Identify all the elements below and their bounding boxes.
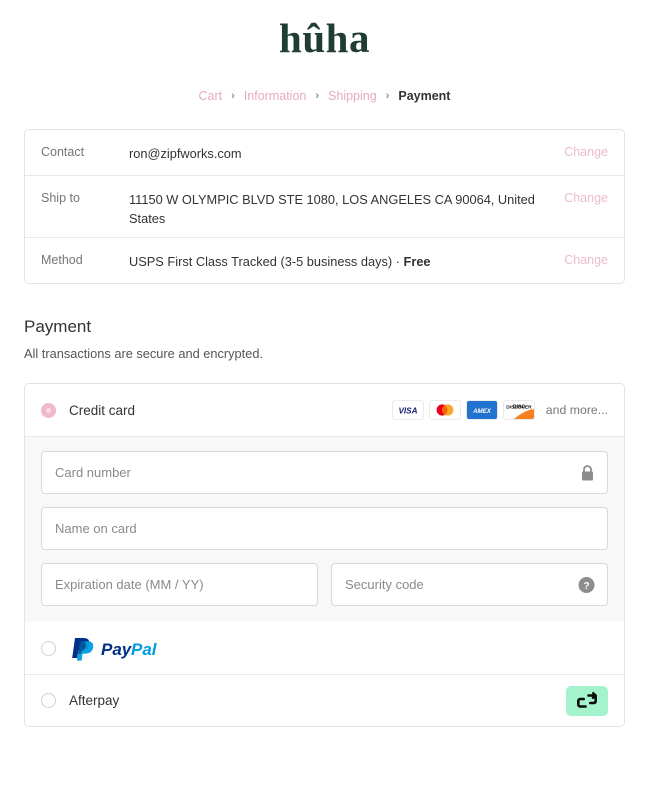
chevron-right-icon: › bbox=[385, 89, 390, 102]
summary-row-ship-to: Ship to 11150 W OLYMPIC BLVD STE 1080, L… bbox=[25, 175, 624, 237]
summary-value-ship-to: 11150 W OLYMPIC BLVD STE 1080, LOS ANGEL… bbox=[129, 192, 535, 226]
payment-method-label-credit-card: Credit card bbox=[69, 402, 136, 418]
paypal-logo: Pay Pal bbox=[69, 635, 179, 661]
page-title: Payment bbox=[24, 317, 92, 337]
chevron-right-icon: › bbox=[315, 89, 320, 102]
summary-row-method: Method USPS First Class Tracked (3-5 bus… bbox=[25, 237, 624, 283]
expiry-security-row: ? bbox=[41, 563, 608, 607]
amex-icon: AMEX bbox=[465, 400, 498, 421]
discover-icon: DISC x DISCOVER DISCOVER bbox=[502, 400, 535, 421]
lock-icon bbox=[580, 464, 595, 481]
svg-text:VISA: VISA bbox=[398, 407, 417, 416]
checkout-page: hûha Cart › Information › Shipping › Pay… bbox=[0, 0, 649, 796]
name-on-card-field[interactable] bbox=[41, 507, 608, 551]
payment-method-label-afterpay: Afterpay bbox=[69, 693, 120, 709]
card-brands-more-label: and more... bbox=[545, 403, 608, 418]
brand-logo[interactable]: hûha bbox=[0, 0, 649, 63]
visa-icon: VISA bbox=[391, 400, 424, 421]
card-brand-list: VISA AMEX DISC DISCOVER and more... bbox=[391, 400, 608, 421]
radio-paypal[interactable] bbox=[41, 640, 56, 656]
security-code-field[interactable]: ? bbox=[331, 563, 608, 607]
afterpay-icon bbox=[566, 685, 608, 716]
radio-afterpay[interactable] bbox=[41, 693, 56, 709]
change-ship-to-link[interactable]: Change bbox=[564, 176, 608, 205]
summary-value-contact: ron@zipfworks.com bbox=[129, 146, 242, 162]
credit-card-form: ? bbox=[25, 436, 624, 623]
summary-label-contact: Contact bbox=[41, 145, 85, 160]
breadcrumb-item-information[interactable]: Information bbox=[244, 89, 307, 103]
radio-credit-card[interactable] bbox=[41, 402, 56, 418]
payment-method-credit-card[interactable]: Credit card VISA AMEX DISC DISCOVER and … bbox=[25, 384, 624, 437]
svg-text:?: ? bbox=[583, 580, 589, 591]
card-number-input[interactable] bbox=[42, 452, 607, 494]
summary-method-price: Free bbox=[403, 254, 431, 270]
card-number-field[interactable] bbox=[41, 451, 608, 495]
help-icon[interactable]: ? bbox=[578, 576, 595, 593]
breadcrumb: Cart › Information › Shipping › Payment bbox=[0, 89, 649, 103]
payment-method-paypal[interactable]: Pay Pal bbox=[25, 622, 624, 675]
svg-text:Pay: Pay bbox=[101, 640, 133, 659]
order-summary-card: Contact ron@zipfworks.com Change Ship to… bbox=[24, 129, 625, 285]
change-method-link[interactable]: Change bbox=[564, 238, 608, 267]
payment-methods-card: Credit card VISA AMEX DISC DISCOVER and … bbox=[24, 383, 625, 728]
summary-value-method: USPS First Class Tracked (3-5 business d… bbox=[129, 238, 564, 272]
summary-row-contact: Contact ron@zipfworks.com Change bbox=[25, 130, 624, 175]
payment-subtitle: All transactions are secure and encrypte… bbox=[24, 346, 264, 362]
brand-logo-text: hûha bbox=[279, 15, 370, 61]
name-on-card-input[interactable] bbox=[42, 508, 607, 550]
expiration-date-field[interactable] bbox=[41, 563, 318, 607]
svg-text:DISCOVER: DISCOVER bbox=[506, 405, 532, 411]
expiration-date-input[interactable] bbox=[42, 564, 317, 606]
change-contact-link[interactable]: Change bbox=[564, 130, 608, 159]
payment-heading-block: Payment All transactions are secure and … bbox=[24, 317, 625, 361]
breadcrumb-item-cart[interactable]: Cart bbox=[199, 89, 223, 103]
security-code-input[interactable] bbox=[332, 564, 607, 606]
breadcrumb-item-payment: Payment bbox=[398, 89, 451, 104]
svg-text:AMEX: AMEX bbox=[472, 408, 492, 415]
summary-method-text: USPS First Class Tracked (3-5 business d… bbox=[129, 254, 404, 270]
summary-label-method: Method bbox=[41, 253, 83, 268]
svg-text:Pal: Pal bbox=[131, 640, 158, 659]
summary-label-ship-to: Ship to bbox=[41, 191, 80, 206]
mastercard-icon bbox=[428, 400, 461, 421]
payment-method-afterpay[interactable]: Afterpay bbox=[25, 674, 624, 727]
chevron-right-icon: › bbox=[231, 89, 235, 102]
breadcrumb-item-shipping[interactable]: Shipping bbox=[328, 89, 377, 103]
